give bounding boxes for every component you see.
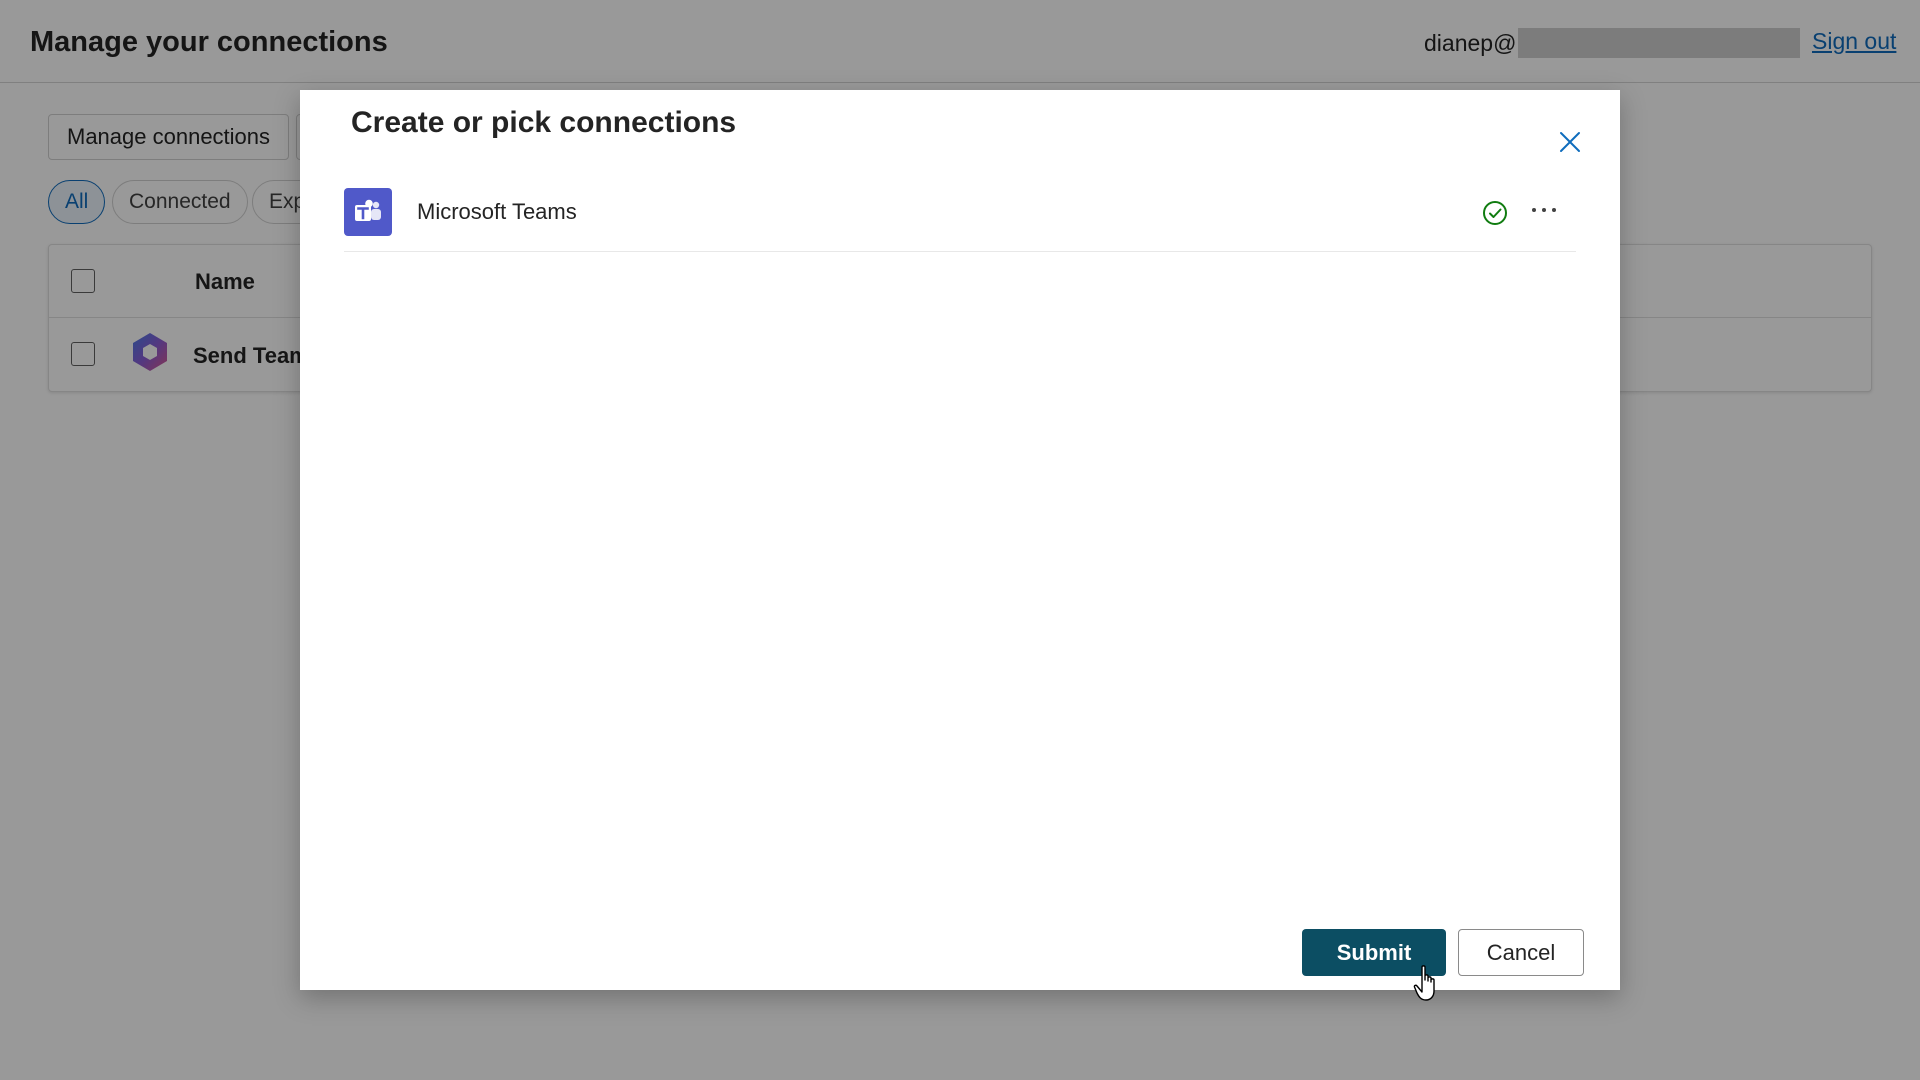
- close-icon[interactable]: [1554, 126, 1586, 158]
- dialog-title: Create or pick connections: [351, 106, 737, 139]
- connection-name: Microsoft Teams: [417, 199, 577, 224]
- more-options-icon[interactable]: [1526, 194, 1562, 226]
- create-or-pick-connections-dialog: Create or pick connections Microsoft Tea…: [300, 90, 1620, 990]
- microsoft-teams-icon: [344, 188, 392, 236]
- cancel-button[interactable]: Cancel: [1458, 929, 1584, 976]
- check-circle-icon: [1483, 201, 1507, 225]
- hand-cursor-icon: [1413, 965, 1435, 1001]
- connection-row-microsoft-teams[interactable]: Microsoft Teams: [344, 186, 1576, 252]
